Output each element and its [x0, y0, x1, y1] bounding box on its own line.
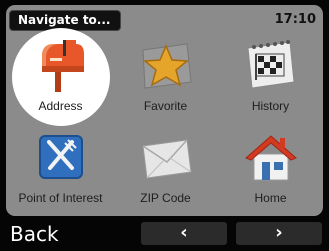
menu-item-label: ZIP Code	[140, 191, 191, 205]
clock: 17:10	[274, 12, 316, 27]
mailbox-icon	[41, 40, 84, 92]
chevron-left-icon: ‹	[180, 222, 188, 243]
fork-knife-icon	[38, 135, 83, 179]
house-icon	[244, 135, 297, 181]
next-page-button[interactable]: ›	[236, 222, 322, 245]
previous-page-button[interactable]: ‹	[141, 222, 227, 245]
star-icon	[141, 43, 192, 89]
menu-item-address[interactable]: Address	[8, 28, 113, 126]
menu-item-home[interactable]: Home	[218, 124, 323, 216]
menu-item-point-of-interest[interactable]: Point of Interest	[8, 124, 113, 216]
back-button[interactable]: Back	[10, 219, 59, 247]
menu-item-label: Home	[254, 191, 287, 205]
envelope-icon	[141, 139, 192, 179]
menu-item-label: History	[251, 99, 290, 113]
menu-item-label: Address	[38, 99, 83, 113]
navigation-screen: Navigate to... 17:10 Address Favorite Hi…	[6, 5, 323, 216]
menu-item-favorite[interactable]: Favorite	[113, 32, 218, 124]
menu-item-label: Point of Interest	[18, 191, 103, 205]
calendar-flag-icon	[246, 40, 295, 89]
menu-item-history[interactable]: History	[218, 32, 323, 124]
navigation-device: Navigate to... 17:10 Address Favorite Hi…	[0, 0, 329, 251]
menu-item-zip-code[interactable]: ZIP Code	[113, 124, 218, 216]
bottom-bar: Back ‹ ›	[0, 219, 329, 251]
chevron-right-icon: ›	[275, 222, 283, 243]
menu-item-label: Favorite	[143, 99, 188, 113]
destination-menu: Address Favorite History Point of Intere…	[6, 28, 323, 216]
